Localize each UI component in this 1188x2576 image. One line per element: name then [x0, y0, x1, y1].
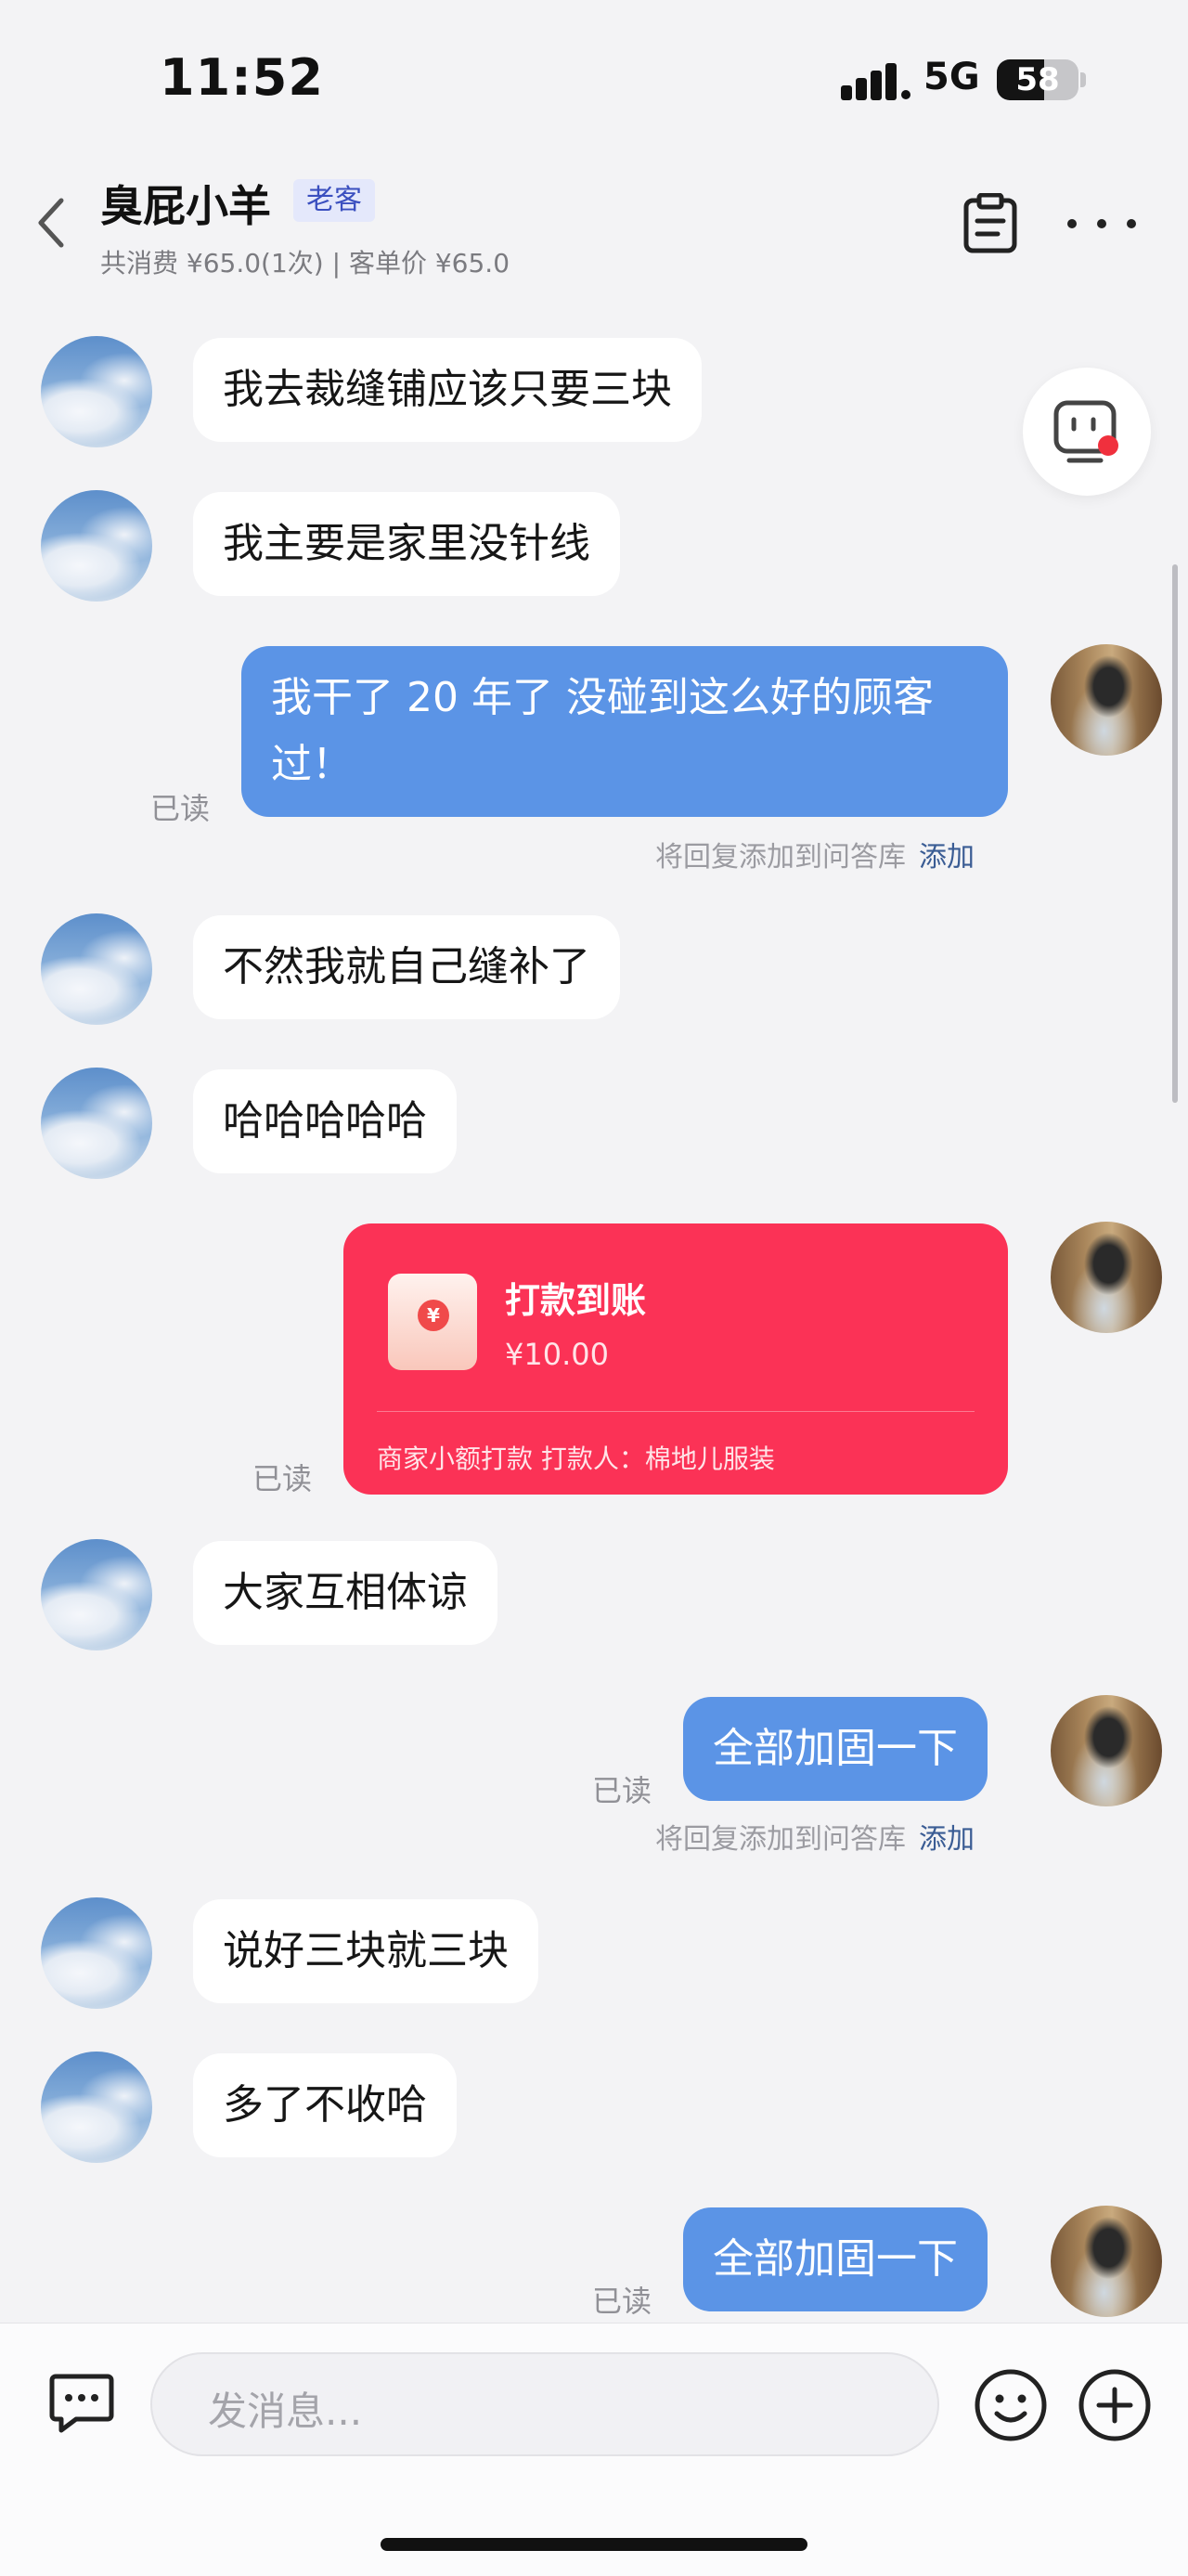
- robot-icon: [1053, 400, 1118, 463]
- customer-badge: 老客: [293, 179, 375, 222]
- incoming-message: 说好三块就三块: [193, 1899, 538, 2003]
- signal-icon: [841, 63, 910, 100]
- add-to-qa-link[interactable]: 添加: [919, 1823, 975, 1856]
- home-indicator[interactable]: [381, 2538, 807, 2551]
- merchant-avatar[interactable]: [1051, 644, 1162, 756]
- plus-icon[interactable]: [1077, 2367, 1153, 2443]
- add-to-qa-hint: 将回复添加到问答库 添加: [655, 834, 975, 874]
- more-options-icon[interactable]: [1067, 210, 1138, 238]
- contact-name[interactable]: 臭屁小羊: [100, 173, 271, 234]
- add-to-qa-text: 将回复添加到问答库: [655, 1823, 906, 1856]
- network-type: 5G: [923, 56, 980, 98]
- merchant-avatar[interactable]: [1051, 2206, 1162, 2317]
- customer-avatar[interactable]: [41, 336, 152, 447]
- customer-avatar[interactable]: [41, 490, 152, 602]
- assistant-float-button[interactable]: [1023, 368, 1151, 496]
- battery-level: 58: [1015, 61, 1060, 98]
- incoming-message: 多了不收哈: [193, 2053, 457, 2157]
- message-line: 过！: [271, 741, 353, 788]
- payment-card[interactable]: ¥ 打款到账 ¥10.00 商家小额打款 打款人：棉地儿服装: [343, 1223, 1008, 1495]
- incoming-message: 大家互相体谅: [193, 1541, 497, 1645]
- incoming-message: 哈哈哈哈哈: [193, 1069, 457, 1173]
- customer-avatar[interactable]: [41, 2052, 152, 2163]
- clipboard-icon[interactable]: [962, 193, 1019, 254]
- payment-divider: [377, 1411, 975, 1412]
- status-time: 11:52: [160, 48, 324, 107]
- message-input[interactable]: 发消息...: [150, 2352, 939, 2456]
- merchant-avatar[interactable]: [1051, 1695, 1162, 1806]
- read-status: 已读: [592, 1773, 652, 1808]
- merchant-avatar[interactable]: [1051, 1222, 1162, 1333]
- incoming-message: 我去裁缝铺应该只要三块: [193, 338, 702, 442]
- add-to-qa-text: 将回复添加到问答库: [655, 841, 906, 874]
- incoming-message: 我主要是家里没针线: [193, 492, 620, 596]
- payment-amount: ¥10.00: [505, 1337, 609, 1372]
- outgoing-message: 我干了 20 年了 没碰到这么好的顾客 过！: [241, 646, 1008, 817]
- read-status: 已读: [592, 2284, 652, 2319]
- message-line: 我干了 20 年了 没碰到这么好的顾客: [271, 674, 934, 721]
- read-status: 已读: [252, 1461, 313, 1496]
- customer-spend-info: 共消费 ¥65.0(1次) | 客单价 ¥65.0: [100, 248, 510, 278]
- red-envelope-icon: ¥: [388, 1274, 477, 1370]
- outgoing-message: 全部加固一下: [683, 1697, 988, 1801]
- message-input-placeholder: 发消息...: [208, 2388, 363, 2434]
- battery-cap: [1080, 72, 1086, 87]
- add-to-qa-hint: 将回复添加到问答库 添加: [655, 1816, 975, 1857]
- back-icon[interactable]: [33, 195, 71, 251]
- battery-indicator: 58: [997, 59, 1078, 100]
- read-status: 已读: [150, 791, 211, 826]
- add-to-qa-link[interactable]: 添加: [919, 841, 975, 874]
- emoji-icon[interactable]: [973, 2367, 1049, 2443]
- customer-avatar[interactable]: [41, 1068, 152, 1179]
- quick-reply-icon[interactable]: [48, 2371, 115, 2434]
- payment-title: 打款到账: [505, 1280, 647, 1321]
- outgoing-message: 全部加固一下: [683, 2207, 988, 2311]
- payment-footer: 商家小额打款 打款人：棉地儿服装: [377, 1443, 775, 1474]
- yuan-coin-icon: ¥: [418, 1300, 449, 1331]
- incoming-message: 不然我就自己缝补了: [193, 915, 620, 1019]
- chat-scrollbar[interactable]: [1172, 564, 1178, 1103]
- customer-avatar[interactable]: [41, 1539, 152, 1650]
- customer-avatar[interactable]: [41, 1897, 152, 2009]
- customer-avatar[interactable]: [41, 913, 152, 1025]
